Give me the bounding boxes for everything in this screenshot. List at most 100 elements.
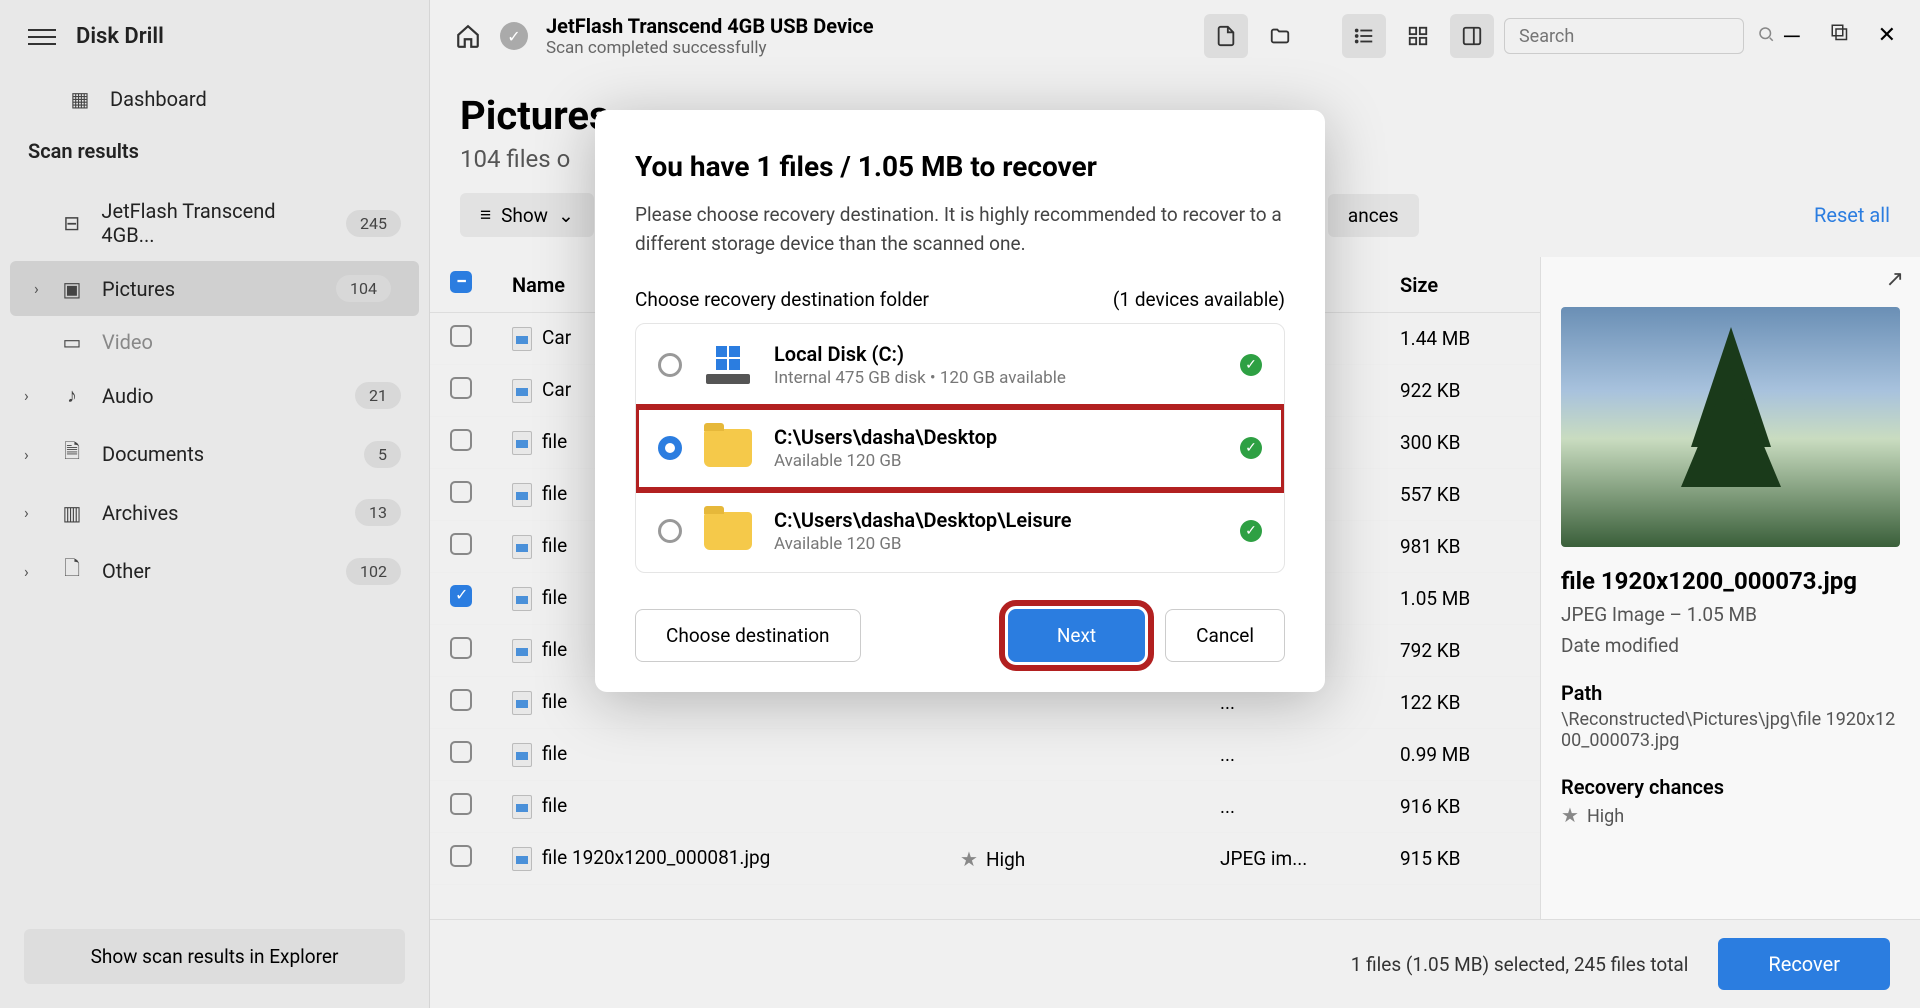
sidebar-item-documents[interactable]: ›🗎Documents5 bbox=[0, 423, 429, 485]
sidebar-item-jetflash-transcend-gb-[interactable]: ⊟JetFlash Transcend 4GB...245 bbox=[0, 185, 429, 261]
choose-destination-button[interactable]: Choose destination bbox=[635, 609, 861, 662]
sidebar-item-pictures[interactable]: ›▣Pictures104 bbox=[10, 261, 419, 316]
select-all-checkbox[interactable] bbox=[450, 271, 472, 293]
search-box[interactable] bbox=[1504, 18, 1744, 54]
zip-icon: ▥ bbox=[60, 501, 84, 525]
cell-ext: ... bbox=[1200, 781, 1380, 833]
cell-chance bbox=[940, 729, 1200, 781]
devices-available-label: (1 devices available) bbox=[1113, 288, 1285, 311]
file-icon bbox=[512, 431, 532, 455]
row-checkbox[interactable] bbox=[450, 845, 472, 867]
destination-item[interactable]: Local Disk (C:)Internal 475 GB disk • 12… bbox=[636, 324, 1284, 407]
star-icon: ★ bbox=[1561, 803, 1579, 827]
recover-button[interactable]: Recover bbox=[1718, 938, 1890, 990]
check-icon: ✓ bbox=[500, 22, 528, 50]
row-checkbox[interactable] bbox=[450, 429, 472, 451]
sidebar-item-video[interactable]: ▭Video bbox=[0, 316, 429, 368]
chances-filter-button[interactable]: ances bbox=[1328, 194, 1419, 237]
home-icon[interactable] bbox=[454, 22, 482, 50]
destination-radio[interactable] bbox=[658, 436, 682, 460]
row-checkbox[interactable] bbox=[450, 325, 472, 347]
reset-all-link[interactable]: Reset all bbox=[1814, 203, 1890, 227]
cell-size: 981 KB bbox=[1380, 521, 1540, 573]
row-checkbox[interactable] bbox=[450, 585, 472, 607]
row-checkbox[interactable] bbox=[450, 741, 472, 763]
destination-name: C:\Users\dasha\Desktop\Leisure bbox=[774, 508, 1218, 532]
destination-sub: Internal 475 GB disk • 120 GB available bbox=[774, 368, 1218, 388]
cell-size: 1.44 MB bbox=[1380, 313, 1540, 365]
preview-path-value: \Reconstructed\Pictures\jpg\file 1920x12… bbox=[1561, 709, 1900, 751]
sidebar-item-label: Other bbox=[102, 559, 151, 583]
cancel-button[interactable]: Cancel bbox=[1165, 609, 1285, 662]
device-info: JetFlash Transcend 4GB USB Device Scan c… bbox=[546, 14, 874, 58]
recovery-modal: You have 1 files / 1.05 MB to recover Pl… bbox=[595, 110, 1325, 692]
sidebar-item-archives[interactable]: ›▥Archives13 bbox=[0, 485, 429, 540]
topbar: ✓ JetFlash Transcend 4GB USB Device Scan… bbox=[430, 0, 1920, 72]
device-status: Scan completed successfully bbox=[546, 38, 874, 58]
close-icon[interactable]: ✕ bbox=[1878, 23, 1896, 49]
sidebar-item-count: 5 bbox=[364, 441, 401, 468]
file-icon bbox=[512, 743, 532, 767]
chevron-right-icon: › bbox=[24, 445, 29, 464]
sidebar-item-count: 13 bbox=[355, 499, 401, 526]
check-icon: ✓ bbox=[1240, 354, 1262, 376]
preview-pane-icon[interactable] bbox=[1450, 14, 1494, 58]
col-size[interactable]: Size bbox=[1380, 257, 1540, 313]
open-external-icon[interactable]: ↗ bbox=[1886, 267, 1904, 292]
destination-list: Local Disk (C:)Internal 475 GB disk • 12… bbox=[635, 323, 1285, 573]
cell-name: file bbox=[492, 781, 940, 833]
show-label: Show bbox=[501, 204, 548, 227]
list-view-icon[interactable] bbox=[1342, 14, 1386, 58]
row-checkbox[interactable] bbox=[450, 689, 472, 711]
row-checkbox[interactable] bbox=[450, 533, 472, 555]
show-filter-button[interactable]: ≡ Show ⌄ bbox=[460, 193, 594, 237]
drive-icon: ⊟ bbox=[60, 211, 83, 235]
modal-title: You have 1 files / 1.05 MB to recover bbox=[635, 150, 1285, 183]
table-row[interactable]: file...916 KB bbox=[430, 781, 1540, 833]
menu-icon[interactable] bbox=[28, 29, 56, 45]
row-checkbox[interactable] bbox=[450, 793, 472, 815]
row-checkbox[interactable] bbox=[450, 481, 472, 503]
sidebar: Disk Drill ▦ Dashboard Scan results ⊟Jet… bbox=[0, 0, 430, 1008]
preview-panel: ↗ file 1920x1200_000073.jpg JPEG Image –… bbox=[1540, 257, 1920, 919]
destination-item[interactable]: C:\Users\dasha\DesktopAvailable 120 GB✓ bbox=[636, 407, 1284, 490]
filter-icon: ≡ bbox=[480, 203, 491, 227]
preview-chances-label: Recovery chances bbox=[1561, 775, 1900, 799]
show-in-explorer-button[interactable]: Show scan results in Explorer bbox=[24, 929, 405, 984]
sidebar-item-dashboard[interactable]: ▦ Dashboard bbox=[0, 73, 429, 125]
cell-size: 916 KB bbox=[1380, 781, 1540, 833]
cell-ext: ... bbox=[1200, 729, 1380, 781]
destination-radio[interactable] bbox=[658, 353, 682, 377]
folder-view-icon[interactable] bbox=[1258, 14, 1302, 58]
table-row[interactable]: file 1920x1200_000081.jpg★HighJPEG im...… bbox=[430, 833, 1540, 885]
cell-chance bbox=[940, 781, 1200, 833]
cell-size: 792 KB bbox=[1380, 625, 1540, 677]
maximize-icon[interactable] bbox=[1830, 23, 1848, 49]
sidebar-item-label: Documents bbox=[102, 442, 204, 466]
sidebar-item-count: 102 bbox=[346, 558, 401, 585]
cell-size: 915 KB bbox=[1380, 833, 1540, 885]
file-icon bbox=[512, 795, 532, 819]
film-icon: ▭ bbox=[60, 330, 84, 354]
check-icon: ✓ bbox=[1240, 520, 1262, 542]
sidebar-item-audio[interactable]: ›♪Audio21 bbox=[0, 368, 429, 423]
cell-size: 0.99 MB bbox=[1380, 729, 1540, 781]
table-row[interactable]: file...0.99 MB bbox=[430, 729, 1540, 781]
destination-item[interactable]: C:\Users\dasha\Desktop\LeisureAvailable … bbox=[636, 490, 1284, 572]
sidebar-item-other[interactable]: ›🗋Other102 bbox=[0, 540, 429, 602]
folder-icon bbox=[704, 429, 752, 467]
next-button[interactable]: Next bbox=[1008, 609, 1145, 662]
row-checkbox[interactable] bbox=[450, 637, 472, 659]
preview-image bbox=[1561, 307, 1900, 547]
destination-name: Local Disk (C:) bbox=[774, 342, 1218, 366]
search-input[interactable] bbox=[1519, 26, 1747, 47]
row-checkbox[interactable] bbox=[450, 377, 472, 399]
file-view-icon[interactable] bbox=[1204, 14, 1248, 58]
minimize-icon[interactable]: ─ bbox=[1784, 23, 1800, 49]
cell-size: 1.05 MB bbox=[1380, 573, 1540, 625]
destination-radio[interactable] bbox=[658, 519, 682, 543]
grid-view-icon[interactable] bbox=[1396, 14, 1440, 58]
file-icon bbox=[512, 691, 532, 715]
chevron-right-icon: › bbox=[24, 386, 29, 405]
file-icon bbox=[512, 483, 532, 507]
